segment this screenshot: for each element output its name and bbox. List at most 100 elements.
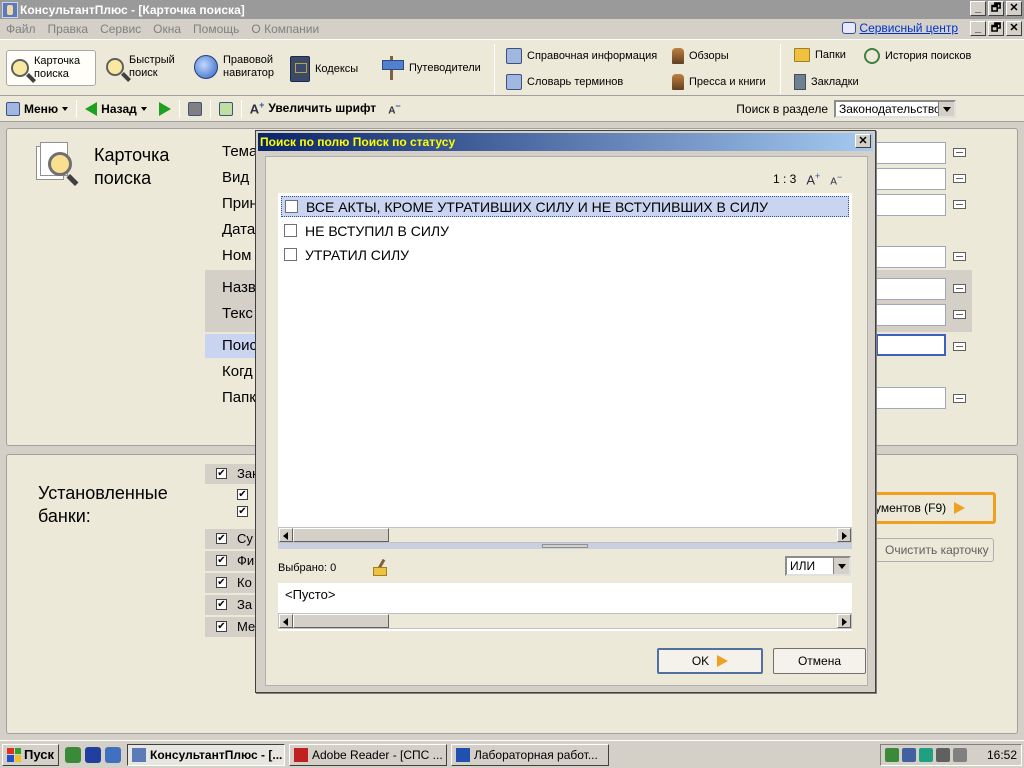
pane-splitter[interactable]: [278, 543, 852, 549]
list-item[interactable]: ВСЕ АКТЫ, КРОМЕ УТРАТИВШИХ СИЛУ И НЕ ВСТ…: [281, 196, 849, 217]
task-consultant[interactable]: КонсультантПлюс - [...: [127, 743, 285, 766]
tray-network-icon[interactable]: [885, 748, 899, 762]
bank-checkbox[interactable]: ✔: [216, 577, 227, 588]
field-input-text[interactable]: [876, 304, 946, 326]
ribbon-guides[interactable]: Путеводители: [380, 56, 481, 80]
ribbon-legal-navigator[interactable]: Правовой навигатор: [194, 54, 283, 80]
task-adobe-reader[interactable]: Adobe Reader - [СПС ...: [289, 743, 447, 766]
section-select[interactable]: Законодательство: [834, 100, 956, 118]
selected-horizontal-scrollbar[interactable]: [278, 613, 852, 629]
scroll-right-icon[interactable]: [837, 614, 851, 628]
list-item[interactable]: НЕ ВСТУПИЛ В СИЛУ: [281, 220, 849, 241]
close-button[interactable]: ✕: [1006, 1, 1022, 16]
ribbon-quick-search[interactable]: Быстрый поиск: [106, 54, 181, 80]
menu-edit[interactable]: Правка: [42, 22, 95, 36]
menu-about[interactable]: О Компании: [245, 22, 325, 36]
ribbon-glossary[interactable]: Словарь терминов: [506, 74, 623, 90]
field-label-when[interactable]: Когд: [222, 363, 253, 380]
service-center-link[interactable]: Сервисный центр: [842, 21, 958, 35]
chevron-down-icon[interactable]: [833, 558, 849, 574]
field-label-text[interactable]: Текс: [222, 305, 253, 322]
ribbon-bookmarks[interactable]: Закладки: [794, 74, 859, 90]
enlarge-font-button[interactable]: A+ Увеличить шрифт: [244, 100, 382, 116]
bank-checkbox[interactable]: ✔: [216, 599, 227, 610]
scroll-left-icon[interactable]: [279, 614, 293, 628]
zoom-out-icon[interactable]: A−: [830, 172, 842, 187]
edit-button[interactable]: [213, 101, 239, 116]
doc-restore-button[interactable]: 🗗: [988, 21, 1004, 36]
ok-button[interactable]: OK: [657, 648, 763, 674]
ie-icon[interactable]: [105, 746, 121, 763]
tray-bluetooth-icon[interactable]: [936, 748, 950, 762]
bank-row-finance[interactable]: ✔ Фи: [205, 551, 257, 571]
dictionary-icon[interactable]: [953, 200, 966, 209]
dictionary-icon[interactable]: [953, 284, 966, 293]
ribbon-press-books[interactable]: Пресса и книги: [672, 74, 766, 90]
scroll-left-icon[interactable]: [279, 528, 293, 542]
ribbon-folders[interactable]: Папки: [794, 48, 846, 62]
menu-file[interactable]: Файл: [0, 22, 42, 36]
clear-selection-broom-icon[interactable]: [372, 559, 388, 576]
ribbon-reviews[interactable]: Обзоры: [672, 48, 729, 64]
field-label-name[interactable]: Назв: [222, 279, 256, 296]
bank-row-international[interactable]: ✔ Ме: [205, 617, 257, 637]
ribbon-search-card[interactable]: Карточка поиска: [6, 50, 96, 86]
list-item[interactable]: УТРАТИЛ СИЛУ: [281, 244, 849, 265]
dictionary-icon[interactable]: [953, 310, 966, 319]
field-label-date[interactable]: Дата: [222, 221, 255, 238]
bank-checkbox[interactable]: ✔: [216, 533, 227, 544]
ribbon-search-history[interactable]: История поисков: [864, 48, 971, 64]
field-input-status-search[interactable]: [876, 334, 946, 356]
field-input-folders[interactable]: [876, 387, 946, 409]
bank-checkbox[interactable]: ✔: [216, 555, 227, 566]
field-label-topic[interactable]: Тема: [222, 143, 257, 160]
start-button[interactable]: Пуск: [2, 743, 59, 766]
menu-button[interactable]: Меню: [0, 101, 74, 116]
scroll-thumb[interactable]: [293, 614, 389, 628]
field-label-adopted[interactable]: Прин: [222, 195, 258, 212]
dictionary-icon[interactable]: [953, 394, 966, 403]
ribbon-codes[interactable]: Кодексы: [290, 56, 358, 82]
build-list-button[interactable]: ументов (F9): [856, 492, 996, 524]
zoom-in-icon[interactable]: A+: [806, 171, 820, 187]
field-label-number[interactable]: Ном: [222, 247, 252, 264]
task-word[interactable]: Лабораторная работ...: [451, 743, 609, 766]
restore-button[interactable]: 🗗: [988, 1, 1004, 16]
menu-windows[interactable]: Окна: [147, 22, 187, 36]
scroll-right-icon[interactable]: [837, 528, 851, 542]
menu-help[interactable]: Помощь: [187, 22, 245, 36]
bank-row-bills[interactable]: ✔ За: [205, 595, 257, 615]
bank-row-courts[interactable]: ✔ Су: [205, 529, 257, 549]
bank-checkbox[interactable]: ✔: [216, 621, 227, 632]
bank-row-legislation[interactable]: ✔ Зак: [205, 464, 258, 484]
bank-row-comments[interactable]: ✔ Ко: [205, 573, 257, 593]
field-label-status-search[interactable]: Поис: [222, 337, 257, 354]
dialog-close-button[interactable]: ✕: [855, 134, 871, 148]
dictionary-icon[interactable]: [953, 252, 966, 261]
chevron-down-icon[interactable]: [938, 102, 954, 116]
shrink-font-button[interactable]: A−: [382, 101, 407, 116]
minimize-button[interactable]: _: [970, 1, 986, 16]
menu-service[interactable]: Сервис: [94, 22, 147, 36]
field-label-folders[interactable]: Папк: [222, 389, 256, 406]
field-label-type[interactable]: Вид: [222, 169, 249, 186]
field-input-topic[interactable]: [876, 142, 946, 164]
field-input-number[interactable]: [876, 246, 946, 268]
field-input-name[interactable]: [876, 278, 946, 300]
logic-select[interactable]: ИЛИ: [785, 556, 851, 576]
tray-app-icon[interactable]: [919, 748, 933, 762]
field-input-adopted[interactable]: [876, 194, 946, 216]
item-checkbox[interactable]: [284, 224, 297, 237]
field-input-type[interactable]: [876, 168, 946, 190]
dictionary-icon[interactable]: [953, 342, 966, 351]
dictionary-icon[interactable]: [953, 174, 966, 183]
splitter-grip[interactable]: [542, 544, 588, 548]
list-horizontal-scrollbar[interactable]: [278, 527, 852, 543]
browser-icon[interactable]: [65, 746, 81, 763]
doc-close-button[interactable]: ✕: [1006, 21, 1022, 36]
dictionary-icon[interactable]: [953, 148, 966, 157]
clear-card-button[interactable]: Очистить карточку: [870, 538, 994, 562]
save-icon[interactable]: [85, 746, 101, 763]
scroll-thumb[interactable]: [293, 528, 389, 542]
item-checkbox[interactable]: [285, 200, 298, 213]
